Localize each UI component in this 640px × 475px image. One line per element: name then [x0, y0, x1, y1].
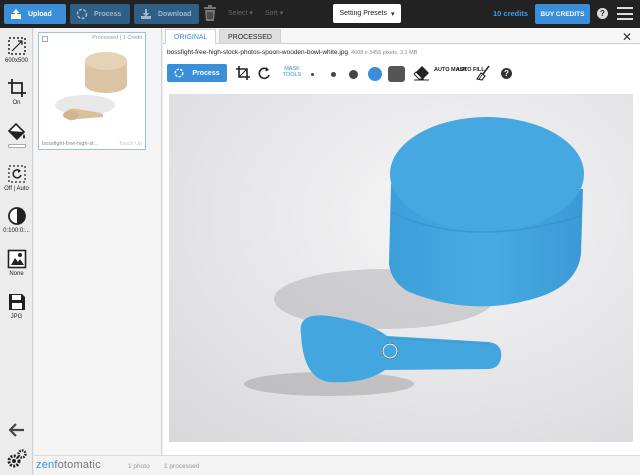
- upload-label: Upload: [28, 10, 52, 18]
- resize-icon: [7, 37, 26, 55]
- format-value: JPG: [10, 314, 23, 320]
- sort-dropdown[interactable]: Sort ▾: [265, 9, 283, 17]
- buy-credits-button[interactable]: BUY CREDITS: [535, 4, 590, 24]
- upload-icon: [11, 9, 21, 19]
- thumbnail-image: [49, 47, 137, 135]
- download-button[interactable]: Download: [134, 4, 199, 24]
- file-info: bossfight-free-high-stock-photos-spoon-w…: [167, 49, 417, 56]
- back-arrow-icon[interactable]: [9, 423, 25, 437]
- thumbnail-checkbox[interactable]: [42, 36, 48, 42]
- broom-icon[interactable]: [476, 65, 492, 81]
- touch-up-link[interactable]: Touch Up: [119, 141, 142, 147]
- mask-tools-label: MASK TOOLS: [282, 66, 302, 78]
- upload-button[interactable]: Upload: [4, 4, 66, 24]
- help-icon[interactable]: ?: [597, 8, 608, 19]
- top-toolbar: Upload Process Download Select ▾ Sort ▾ …: [0, 0, 640, 28]
- resize-value: 600x500: [4, 58, 29, 64]
- setting-presets-dropdown[interactable]: Setting Presets ▾: [333, 4, 401, 23]
- process-all-label: Process: [94, 10, 122, 18]
- shadow-icon: [7, 249, 26, 269]
- auto-rotate-value: Off | Auto: [4, 186, 29, 192]
- thumbnail-filename: bossfight-free-high-st...: [42, 141, 99, 147]
- paint-bucket-icon: [7, 122, 25, 141]
- background-color-swatch[interactable]: [7, 144, 26, 148]
- select-label: Select: [228, 10, 248, 17]
- file-dimensions: 4608 x 3456 pixels, 3.1 MB: [351, 50, 418, 56]
- crop-icon: [7, 79, 26, 97]
- rotate-icon[interactable]: [256, 65, 272, 81]
- download-label: Download: [158, 10, 192, 18]
- photo-thumbnail[interactable]: Processed | 1 Credit bossfight-free-high…: [38, 32, 146, 150]
- crop-tool[interactable]: On: [0, 78, 33, 106]
- contrast-icon: [7, 207, 26, 225]
- image-canvas[interactable]: [169, 94, 633, 442]
- brush-size-m[interactable]: [349, 70, 358, 79]
- shadow-value: None: [9, 271, 24, 277]
- tab-original[interactable]: ORIGINAL: [165, 29, 217, 44]
- zenfotomatic-logo: zenfotomatic: [36, 459, 101, 471]
- help-icon[interactable]: ?: [501, 68, 512, 79]
- brush-size-xl[interactable]: [388, 66, 405, 82]
- contrast-value: 0:100:0:...: [3, 228, 30, 234]
- presets-label: Setting Presets: [339, 10, 387, 17]
- download-icon: [141, 9, 151, 19]
- photo-preview: [169, 94, 633, 442]
- format-tool[interactable]: JPG: [0, 292, 33, 320]
- settings-gear-icon[interactable]: [6, 448, 28, 470]
- eraser-icon[interactable]: [413, 65, 430, 81]
- resize-tool[interactable]: 600x500: [0, 36, 33, 64]
- thumbnail-status: Processed | 1 Credit: [92, 35, 142, 41]
- photo-list: Processed | 1 Credit bossfight-free-high…: [34, 28, 162, 455]
- menu-icon[interactable]: [617, 7, 633, 20]
- process-all-button[interactable]: Process: [70, 4, 130, 24]
- spinner-icon: [174, 68, 184, 78]
- process-button[interactable]: Process: [167, 64, 227, 82]
- close-icon[interactable]: ✕: [622, 30, 632, 44]
- tab-processed[interactable]: PROCESSED: [219, 29, 281, 44]
- crop-icon[interactable]: [235, 65, 251, 81]
- shadow-tool[interactable]: None: [0, 249, 33, 277]
- photo-count: 1 photo: [128, 463, 150, 470]
- trash-icon[interactable]: [203, 5, 217, 22]
- rotate-icon: [7, 165, 26, 183]
- credits-count[interactable]: 10 credits: [493, 9, 528, 18]
- select-dropdown[interactable]: Select ▾: [228, 9, 253, 17]
- status-bar: zenfotomatic 1 photo 1 processed: [34, 455, 640, 475]
- mask-toolbar: Process MASK TOOLS AUTO MASK AUTO FILL ?: [163, 63, 640, 85]
- brush-size-xs[interactable]: [311, 73, 314, 76]
- file-name: bossfight-free-high-stock-photos-spoon-w…: [167, 49, 349, 56]
- view-tabs: ORIGINAL PROCESSED ✕: [163, 28, 640, 44]
- brush-size-l[interactable]: [368, 67, 382, 81]
- settings-sidebar: 600x500 On Off | Auto 0:100:0:... None J…: [0, 28, 33, 475]
- background-fill-tool[interactable]: [0, 122, 33, 148]
- brush-size-s[interactable]: [331, 72, 336, 77]
- processed-count: 1 processed: [164, 463, 200, 470]
- auto-rotate-tool[interactable]: Off | Auto: [0, 164, 33, 192]
- save-icon: [8, 294, 25, 310]
- sort-label: Sort: [265, 10, 278, 17]
- process-label: Process: [192, 69, 220, 77]
- spinner-icon: [76, 8, 88, 20]
- crop-value: On: [12, 100, 21, 106]
- contrast-tool[interactable]: 0:100:0:...: [0, 206, 33, 234]
- chevron-down-icon: ▾: [390, 10, 395, 18]
